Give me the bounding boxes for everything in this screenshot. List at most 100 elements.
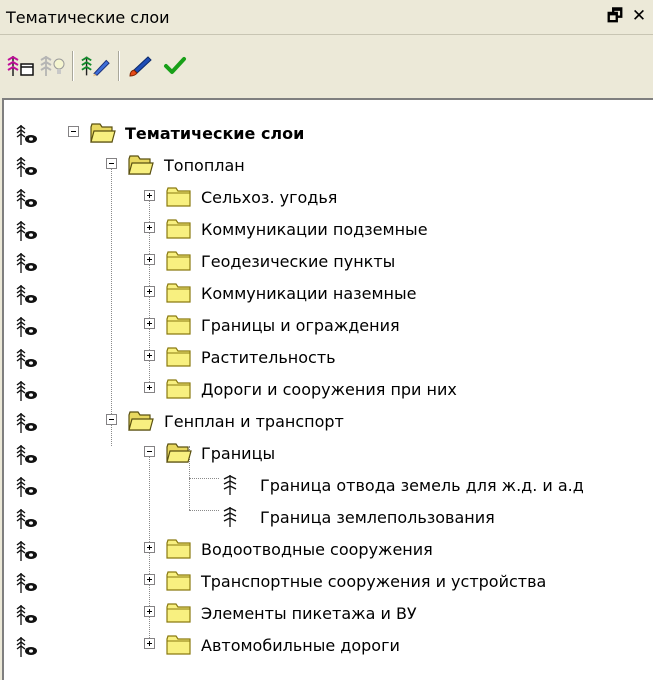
expand-icon[interactable] xyxy=(144,574,155,585)
tree-row[interactable]: Границы и ограждения xyxy=(4,310,653,342)
expand-icon[interactable] xyxy=(144,190,155,201)
folder-closed-icon xyxy=(166,634,192,656)
tree-item-label: Граница отвода земель для ж.д. и а.д xyxy=(260,476,584,495)
tree-item-label: Дороги и сооружения при них xyxy=(201,380,457,399)
tree-item-label: Автомобильные дороги xyxy=(201,636,400,655)
toolbar-separator xyxy=(118,51,120,81)
tree-item-label: Элементы пикетажа и ВУ xyxy=(201,604,417,623)
tree-row[interactable]: Сельхоз. угодья xyxy=(4,182,653,214)
expand-icon[interactable] xyxy=(144,638,155,649)
tree-item-label: Транспортные сооружения и устройства xyxy=(201,572,547,591)
panel-title-bar: Тематические слои 🗗 ✕ xyxy=(0,0,653,35)
brush-icon xyxy=(129,56,152,77)
visibility-toggle-icon[interactable] xyxy=(16,220,38,242)
expand-icon[interactable] xyxy=(144,254,155,265)
tree-row-root[interactable]: Тематические слои xyxy=(4,118,653,150)
tree-item-label: Границы и ограждения xyxy=(201,316,400,335)
tree-row[interactable]: Транспортные сооружения и устройства xyxy=(4,566,653,598)
toolbar xyxy=(0,35,653,93)
folder-open-icon xyxy=(128,410,154,432)
collapse-icon[interactable] xyxy=(68,126,79,137)
lamp-icon xyxy=(40,55,65,76)
tree-row[interactable]: Геодезические пункты xyxy=(4,246,653,278)
panel-title: Тематические слои xyxy=(6,8,170,27)
checkmark-icon xyxy=(164,57,186,74)
visibility-toggle-icon[interactable] xyxy=(16,252,38,274)
layer-icon xyxy=(220,506,240,528)
expand-icon[interactable] xyxy=(144,382,155,393)
tree-row-topoplan[interactable]: Топоплан xyxy=(4,150,653,182)
visibility-toggle-icon[interactable] xyxy=(16,508,38,530)
layer-visibility-tool-button[interactable] xyxy=(6,53,36,79)
tree-row[interactable]: Коммуникации подземные xyxy=(4,214,653,246)
tree-item-label: Сельхоз. угодья xyxy=(201,188,338,207)
visibility-toggle-icon[interactable] xyxy=(16,476,38,498)
visibility-toggle-icon[interactable] xyxy=(16,636,38,658)
folder-closed-icon xyxy=(166,378,192,400)
lamp-tool-button[interactable] xyxy=(38,53,68,79)
folder-closed-icon xyxy=(166,346,192,368)
visibility-toggle-icon[interactable] xyxy=(16,380,38,402)
collapse-icon[interactable] xyxy=(106,158,117,169)
tree-item-label: Топоплан xyxy=(164,156,245,175)
expand-icon[interactable] xyxy=(144,318,155,329)
tree-visibility-icon xyxy=(7,55,34,76)
visibility-toggle-icon[interactable] xyxy=(16,572,38,594)
folder-closed-icon xyxy=(166,186,192,208)
float-window-button[interactable]: 🗗 xyxy=(606,6,624,26)
tree-row-genplan[interactable]: Генплан и транспорт xyxy=(4,406,653,438)
folder-open-icon xyxy=(90,122,116,144)
visibility-toggle-icon[interactable] xyxy=(16,348,38,370)
tree-row[interactable]: Водоотводные сооружения xyxy=(4,534,653,566)
tree-row-layer[interactable]: Граница землепользования xyxy=(4,502,653,534)
visibility-toggle-icon[interactable] xyxy=(16,604,38,626)
visibility-toggle-icon[interactable] xyxy=(16,188,38,210)
close-icon[interactable]: ✕ xyxy=(630,6,648,26)
visibility-toggle-icon[interactable] xyxy=(16,540,38,562)
tree-item-label: Границы xyxy=(201,444,276,463)
tree-item-label: Растительность xyxy=(201,348,336,367)
expand-icon[interactable] xyxy=(144,286,155,297)
brush-tool-button[interactable] xyxy=(126,53,156,79)
toolbar-separator xyxy=(72,51,74,81)
pencil-layer-icon xyxy=(81,56,110,77)
tree-item-label: Коммуникации наземные xyxy=(201,284,417,303)
collapse-icon[interactable] xyxy=(144,446,155,457)
tree-item-label: Геодезические пункты xyxy=(201,252,396,271)
tree-row-granitsy[interactable]: Границы xyxy=(4,438,653,470)
expand-icon[interactable] xyxy=(144,542,155,553)
visibility-toggle-icon[interactable] xyxy=(16,316,38,338)
folder-closed-icon xyxy=(166,314,192,336)
tree-row-layer[interactable]: Граница отвода земель для ж.д. и а.д xyxy=(4,470,653,502)
visibility-toggle-icon[interactable] xyxy=(16,284,38,306)
expand-icon[interactable] xyxy=(144,350,155,361)
tree-row[interactable]: Коммуникации наземные xyxy=(4,278,653,310)
expand-icon[interactable] xyxy=(144,606,155,617)
tree-item-label: Тематические слои xyxy=(125,124,305,143)
folder-closed-icon xyxy=(166,538,192,560)
visibility-toggle-icon[interactable] xyxy=(16,444,38,466)
collapse-icon[interactable] xyxy=(106,414,117,425)
layers-tree-panel[interactable]: Тематические слои Топоплан Сельхоз. угод… xyxy=(2,98,653,680)
tree-row[interactable]: Автомобильные дороги xyxy=(4,630,653,662)
layer-icon xyxy=(220,474,240,496)
tree-row[interactable]: Элементы пикетажа и ВУ xyxy=(4,598,653,630)
folder-open-icon xyxy=(166,442,192,464)
tree-item-label: Коммуникации подземные xyxy=(201,220,428,239)
folder-closed-icon xyxy=(166,282,192,304)
expand-icon[interactable] xyxy=(144,222,155,233)
edit-layer-tool-button[interactable] xyxy=(80,53,110,79)
tree-item-label: Водоотводные сооружения xyxy=(201,540,433,559)
visibility-toggle-icon[interactable] xyxy=(16,124,38,146)
folder-open-icon xyxy=(128,154,154,176)
visibility-toggle-icon[interactable] xyxy=(16,156,38,178)
tree-item-label: Генплан и транспорт xyxy=(164,412,344,431)
folder-closed-icon xyxy=(166,602,192,624)
folder-closed-icon xyxy=(166,218,192,240)
tree-row[interactable]: Дороги и сооружения при них xyxy=(4,374,653,406)
visibility-toggle-icon[interactable] xyxy=(16,412,38,434)
folder-closed-icon xyxy=(166,250,192,272)
apply-tool-button[interactable] xyxy=(160,53,190,79)
tree-item-label: Граница землепользования xyxy=(260,508,495,527)
tree-row[interactable]: Растительность xyxy=(4,342,653,374)
